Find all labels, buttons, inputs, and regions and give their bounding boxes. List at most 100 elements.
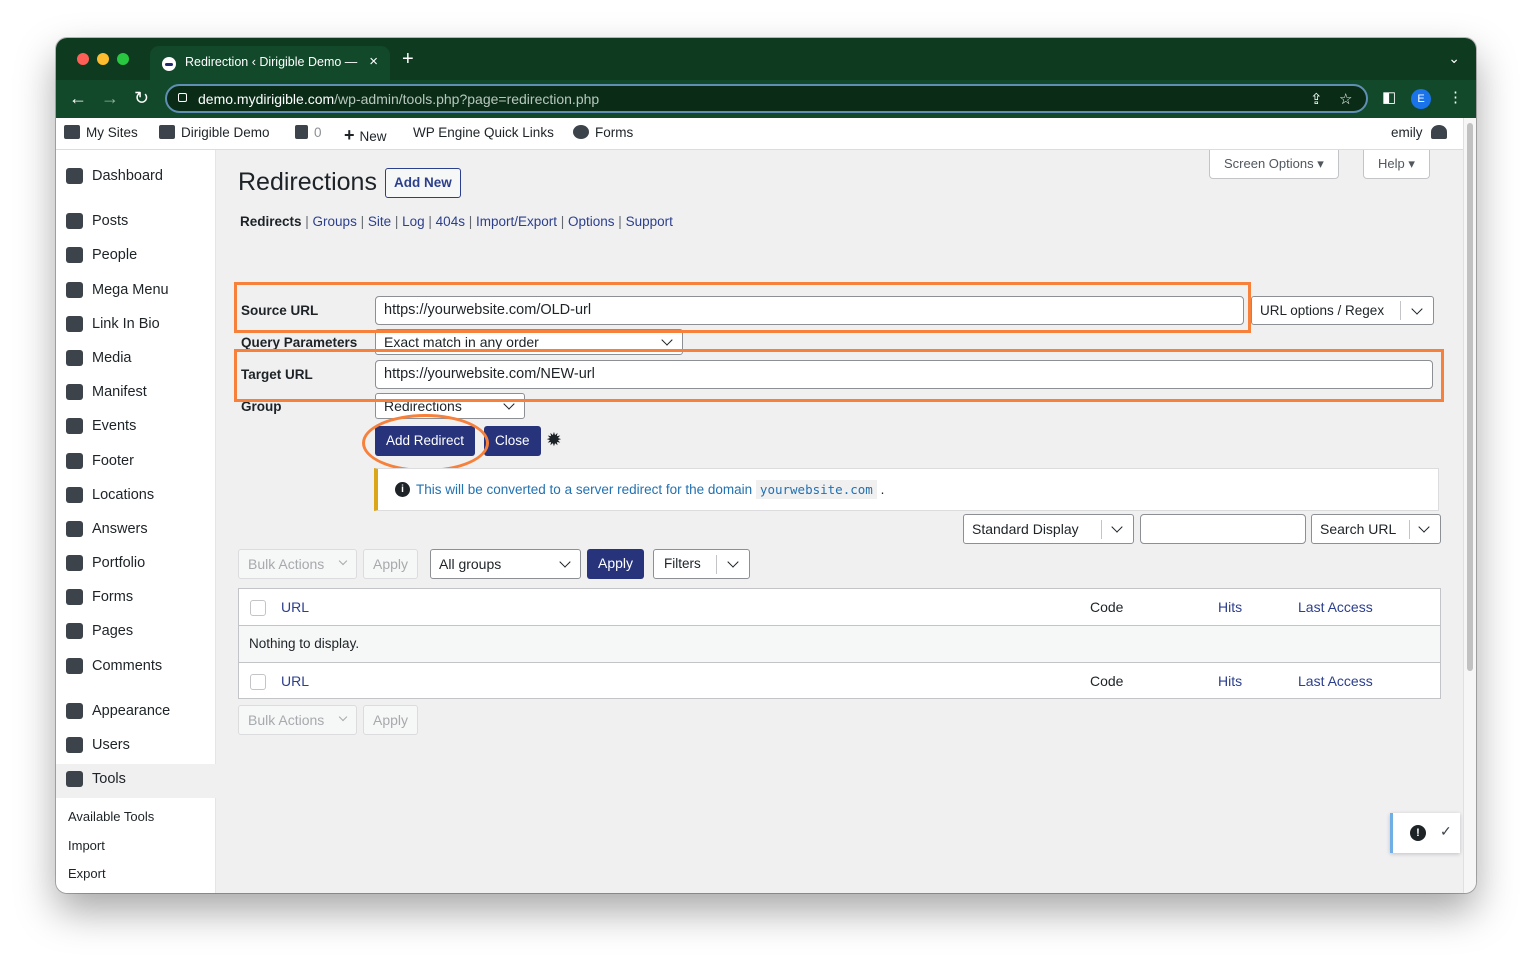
my-sites-link[interactable]: My Sites xyxy=(64,125,138,140)
bookmark-star-icon[interactable]: ☆ xyxy=(1339,90,1352,108)
new-tab-icon[interactable]: + xyxy=(402,49,414,69)
sidebar-item-label: Media xyxy=(92,350,132,366)
share-icon[interactable]: ⇪ xyxy=(1310,90,1323,108)
select-all-checkbox-footer[interactable] xyxy=(250,674,266,690)
check-icon[interactable]: ✓ xyxy=(1440,823,1452,840)
subnav-groups[interactable]: Groups xyxy=(313,214,357,229)
comment-icon xyxy=(295,125,308,139)
profile-avatar[interactable]: E xyxy=(1411,89,1431,109)
screen-options-button[interactable]: Screen Options ▾ xyxy=(1209,150,1339,179)
subnav-options[interactable]: Options xyxy=(568,214,615,229)
bulk-apply-button-bottom[interactable]: Apply xyxy=(363,705,419,735)
tab-title: Redirection ‹ Dirigible Demo — xyxy=(185,55,358,69)
chevron-down-icon[interactable]: ⌄ xyxy=(1448,50,1460,67)
scrollbar[interactable] xyxy=(1463,118,1476,893)
maximize-window-icon[interactable] xyxy=(117,53,129,65)
subnav-redirects[interactable]: Redirects xyxy=(240,214,302,229)
forward-icon[interactable]: → xyxy=(101,86,119,110)
column-hits[interactable]: Hits xyxy=(1218,599,1242,615)
sidebar-item-label: Footer xyxy=(92,453,134,469)
column-last-access[interactable]: Last Access xyxy=(1298,599,1373,615)
brush-icon xyxy=(66,703,83,719)
chevron-down-icon xyxy=(727,556,739,568)
sidebar-item-mega-menu[interactable]: Mega Menu xyxy=(56,275,216,309)
scrollbar-thumb[interactable] xyxy=(1467,123,1473,671)
column-url-footer[interactable]: URL xyxy=(281,673,309,689)
groups-filter-select[interactable]: All groups xyxy=(430,549,581,579)
subnav-import-export[interactable]: Import/Export xyxy=(476,214,557,229)
sidebar-item-label: Pages xyxy=(92,623,134,639)
new-link[interactable]: + New xyxy=(344,125,387,146)
bulk-actions-select[interactable]: Bulk Actions xyxy=(238,549,357,579)
gear-icon[interactable]: ✹ xyxy=(546,429,562,452)
filters-dropdown[interactable]: Filters xyxy=(653,549,750,579)
sidebar-item-portfolio[interactable]: Portfolio xyxy=(56,548,216,582)
close-tab-icon[interactable]: × xyxy=(369,53,378,70)
sidebar-item-tools[interactable]: Tools xyxy=(56,764,216,798)
submenu-available-tools[interactable]: Available Tools xyxy=(68,809,154,824)
forms-link[interactable]: Forms xyxy=(573,125,633,140)
pin-icon xyxy=(66,213,83,229)
sidebar-item-locations[interactable]: Locations xyxy=(56,480,216,514)
sidebar-item-pages[interactable]: Pages xyxy=(56,616,216,650)
url-options-select[interactable]: URL options / Regex xyxy=(1251,296,1434,325)
close-button[interactable]: Close xyxy=(484,426,541,456)
help-button[interactable]: Help ▾ xyxy=(1363,150,1430,179)
grid-icon xyxy=(66,453,83,469)
dashboard-icon xyxy=(66,168,83,184)
browser-tab[interactable]: Redirection ‹ Dirigible Demo — × xyxy=(150,46,390,80)
sidebar-item-label: Locations xyxy=(92,487,155,503)
bulk-actions-select-bottom[interactable]: Bulk Actions xyxy=(238,705,357,735)
media-icon xyxy=(66,350,83,366)
sidebar-item-forms[interactable]: Forms xyxy=(56,582,216,616)
sidebar-item-answers[interactable]: Answers xyxy=(56,514,216,548)
sidebar-item-label: Portfolio xyxy=(92,555,146,571)
submenu-export[interactable]: Export xyxy=(68,866,106,881)
reload-icon[interactable]: ↻ xyxy=(134,86,149,110)
column-url[interactable]: URL xyxy=(281,599,309,615)
users-icon xyxy=(66,737,83,753)
subnav-404s[interactable]: 404s xyxy=(436,214,465,229)
subnav-log[interactable]: Log xyxy=(402,214,425,229)
search-url-select[interactable]: Search URL xyxy=(1311,514,1441,544)
status-toast[interactable]: ! ✓ xyxy=(1390,813,1460,853)
add-new-button[interactable]: Add New xyxy=(385,168,461,198)
chevron-down-icon xyxy=(338,712,348,722)
display-select[interactable]: Standard Display xyxy=(963,514,1134,544)
close-window-icon[interactable] xyxy=(77,53,89,65)
sidebar-item-manifest[interactable]: Manifest xyxy=(56,377,216,411)
sidebar-item-events[interactable]: Events xyxy=(56,411,216,445)
chevron-down-icon xyxy=(661,334,673,346)
comments-link[interactable]: 0 xyxy=(295,125,322,140)
search-input[interactable] xyxy=(1140,514,1306,544)
back-icon[interactable]: ← xyxy=(69,86,87,110)
column-hits-footer[interactable]: Hits xyxy=(1218,673,1242,689)
sidebar-item-media[interactable]: Media xyxy=(56,343,216,377)
sidebar-item-posts[interactable]: Posts xyxy=(56,206,216,240)
sidebar-toggle-icon[interactable]: ◧ xyxy=(1382,86,1396,110)
chevron-down-icon xyxy=(1111,521,1123,533)
subnav-support[interactable]: Support xyxy=(626,214,673,229)
sidebar-item-dashboard[interactable]: Dashboard xyxy=(56,161,216,195)
sidebar-item-comments[interactable]: Comments xyxy=(56,651,216,685)
minimize-window-icon[interactable] xyxy=(97,53,109,65)
sidebar-item-link-in-bio[interactable]: Link In Bio xyxy=(56,309,216,343)
forms-icon xyxy=(66,589,83,605)
filter-apply-button[interactable]: Apply xyxy=(587,549,645,579)
user-menu[interactable]: emily xyxy=(1391,125,1453,140)
grid-icon xyxy=(66,282,83,298)
sidebar-item-footer[interactable]: Footer xyxy=(56,446,216,480)
quick-links[interactable]: WP Engine Quick Links xyxy=(413,125,554,140)
column-last-access-footer[interactable]: Last Access xyxy=(1298,673,1373,689)
sidebar-item-people[interactable]: People xyxy=(56,240,216,274)
browser-menu-icon[interactable]: ⋮ xyxy=(1448,86,1463,110)
sidebar-item-appearance[interactable]: Appearance xyxy=(56,696,216,730)
submenu-import[interactable]: Import xyxy=(68,838,105,853)
select-all-checkbox[interactable] xyxy=(250,600,266,616)
address-bar[interactable]: demo.mydirigible.com/wp-admin/tools.php?… xyxy=(165,84,1368,113)
bulk-apply-button[interactable]: Apply xyxy=(363,549,419,579)
subnav-site[interactable]: Site xyxy=(368,214,391,229)
sidebar-item-users[interactable]: Users xyxy=(56,730,216,764)
site-name-link[interactable]: Dirigible Demo xyxy=(159,125,270,140)
comment-icon xyxy=(66,658,83,674)
